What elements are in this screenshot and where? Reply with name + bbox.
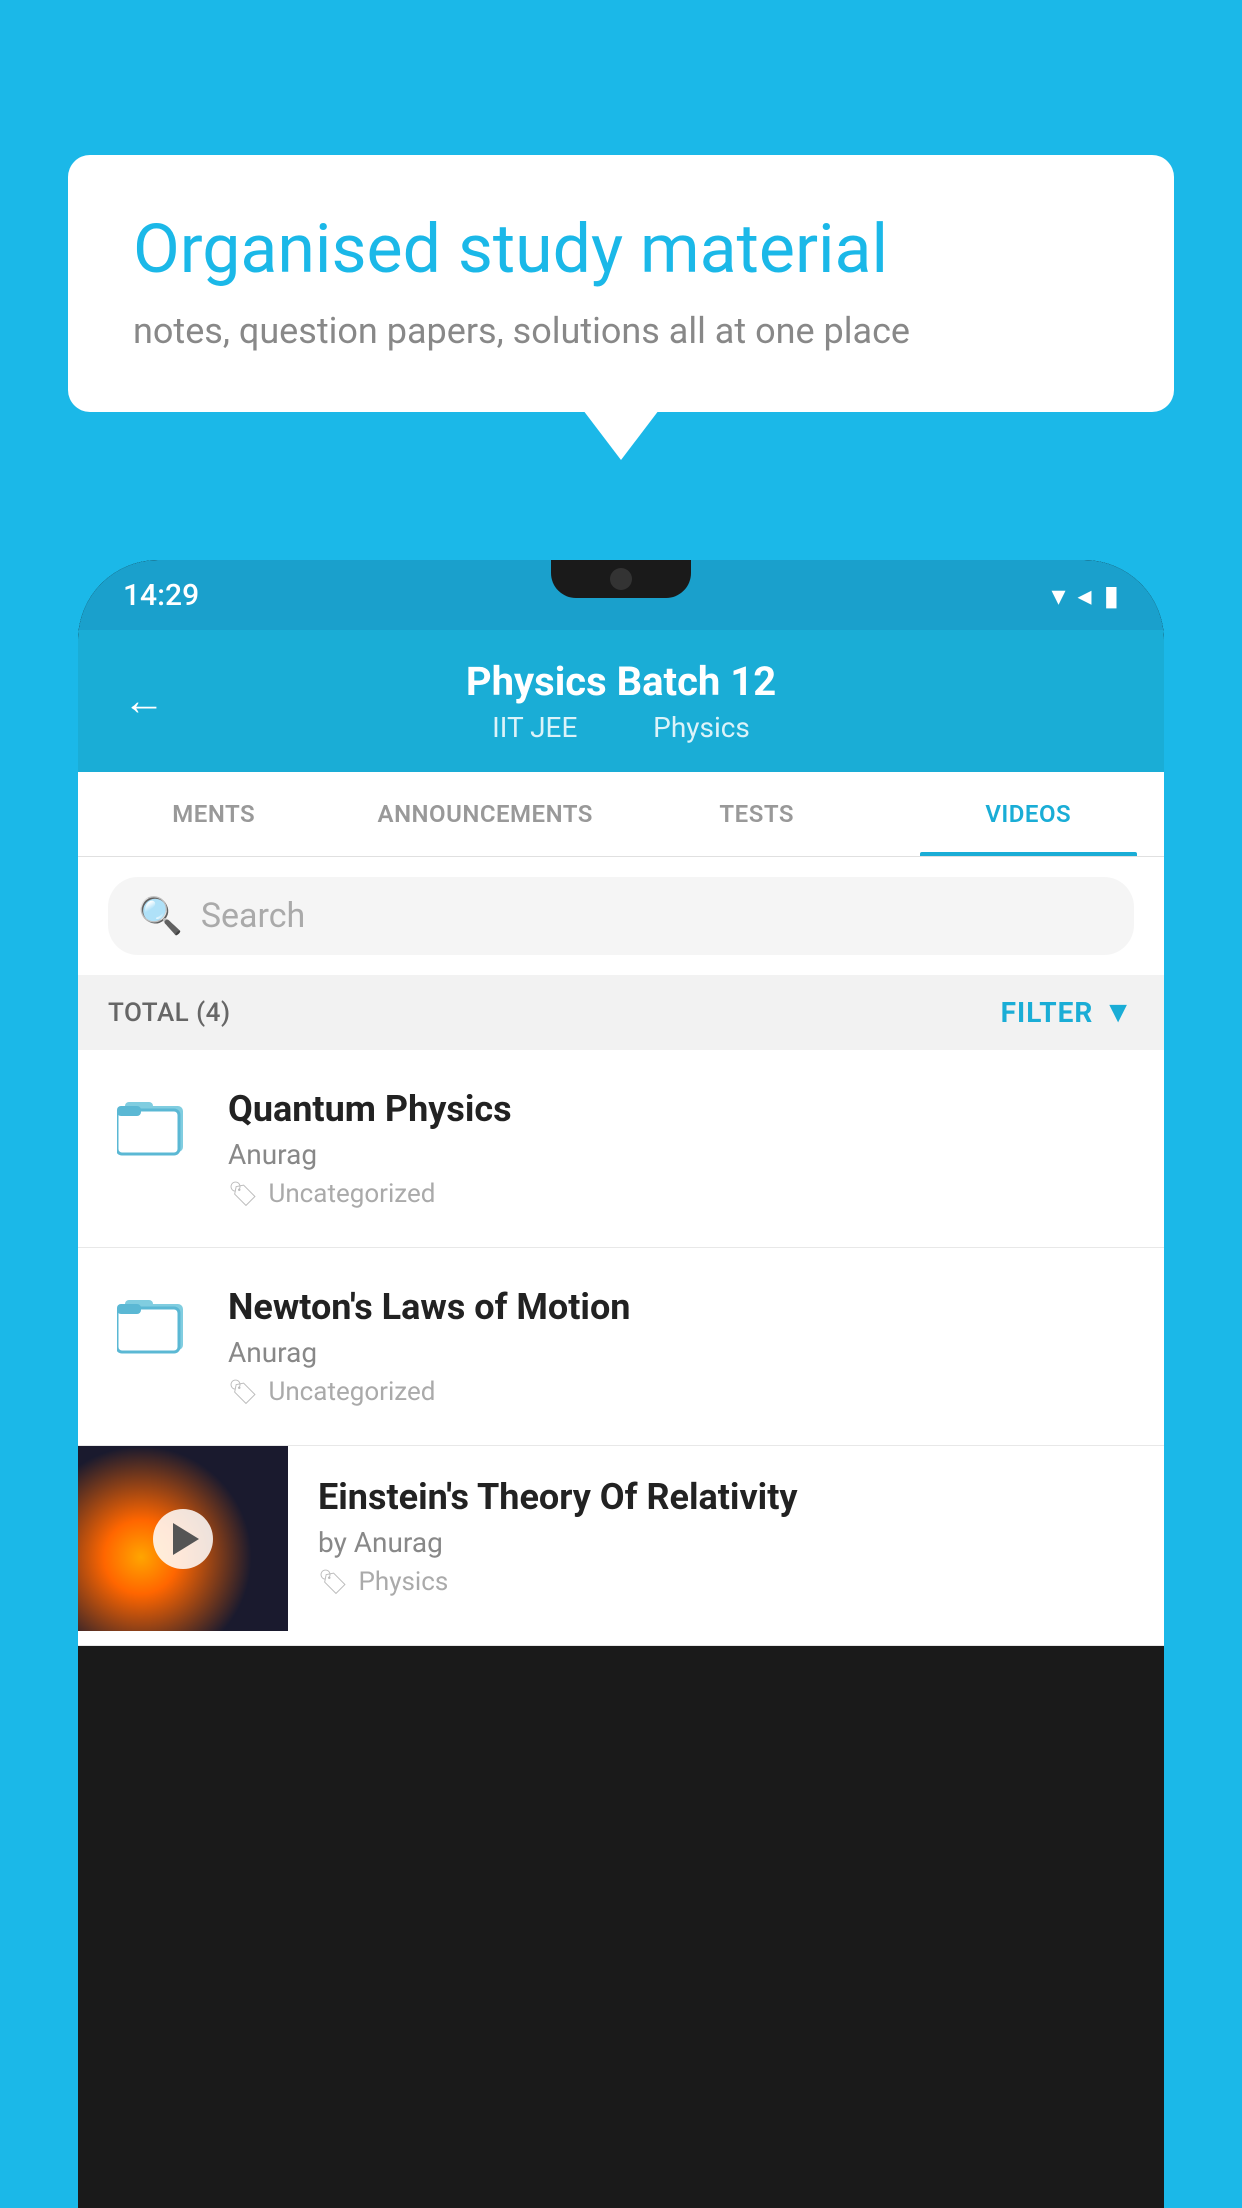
folder-icon-wrapper bbox=[108, 1286, 198, 1356]
tag-icon: 🏷 bbox=[228, 1378, 258, 1406]
tag-icon: 🏷 bbox=[318, 1568, 348, 1596]
tag-text: Uncategorized bbox=[268, 1179, 435, 1209]
back-button[interactable]: ← bbox=[123, 677, 165, 726]
phone-frame: 14:29 ▾ ◂ ▮ ← Physics Batch 12 IIT JEE P… bbox=[78, 560, 1164, 2208]
camera-icon bbox=[610, 568, 632, 590]
list-item[interactable]: Quantum Physics Anurag 🏷 Uncategorized bbox=[78, 1050, 1164, 1248]
speech-bubble: Organised study material notes, question… bbox=[68, 155, 1174, 412]
thumb-item-content: Einstein's Theory Of Relativity by Anura… bbox=[288, 1446, 1164, 1627]
signal-icon: ◂ bbox=[1078, 579, 1092, 612]
play-icon bbox=[173, 1523, 199, 1555]
tab-announcements[interactable]: ANNOUNCEMENTS bbox=[350, 772, 622, 856]
list-item[interactable]: Newton's Laws of Motion Anurag 🏷 Uncateg… bbox=[78, 1248, 1164, 1446]
filter-icon: ▼ bbox=[1103, 995, 1134, 1030]
item-tag: 🏷 Uncategorized bbox=[228, 1179, 1134, 1209]
item-title: Einstein's Theory Of Relativity bbox=[318, 1476, 1134, 1518]
item-author: by Anurag bbox=[318, 1526, 1134, 1559]
bubble-subtitle: notes, question papers, solutions all at… bbox=[133, 310, 1109, 352]
phone-inner: 14:29 ▾ ◂ ▮ ← Physics Batch 12 IIT JEE P… bbox=[78, 560, 1164, 2208]
folder-icon-wrapper bbox=[108, 1088, 198, 1158]
speech-bubble-section: Organised study material notes, question… bbox=[68, 155, 1174, 412]
header-subtitle: IIT JEE Physics bbox=[480, 711, 762, 744]
video-thumbnail bbox=[78, 1446, 288, 1631]
header-title: Physics Batch 12 bbox=[466, 658, 776, 705]
tabs-bar: MENTS ANNOUNCEMENTS TESTS VIDEOS bbox=[78, 772, 1164, 857]
play-button[interactable] bbox=[153, 1509, 213, 1569]
status-time: 14:29 bbox=[123, 578, 199, 613]
app-header: ← Physics Batch 12 IIT JEE Physics bbox=[78, 630, 1164, 772]
folder-icon bbox=[117, 1294, 189, 1356]
notch bbox=[551, 560, 691, 598]
item-content: Quantum Physics Anurag 🏷 Uncategorized bbox=[228, 1088, 1134, 1209]
tag-icon: 🏷 bbox=[228, 1180, 258, 1208]
filter-button[interactable]: FILTER ▼ bbox=[1001, 995, 1134, 1030]
item-title: Newton's Laws of Motion bbox=[228, 1286, 1134, 1328]
tab-videos[interactable]: VIDEOS bbox=[893, 772, 1165, 856]
search-bar[interactable]: 🔍 Search bbox=[108, 877, 1134, 955]
item-content: Newton's Laws of Motion Anurag 🏷 Uncateg… bbox=[228, 1286, 1134, 1407]
tag-text: Physics bbox=[358, 1567, 448, 1597]
search-input[interactable]: Search bbox=[201, 896, 305, 936]
filter-bar: TOTAL (4) FILTER ▼ bbox=[78, 975, 1164, 1050]
bubble-title: Organised study material bbox=[133, 210, 1109, 288]
subtitle-physics: Physics bbox=[653, 711, 750, 744]
search-container: 🔍 Search bbox=[78, 857, 1164, 975]
status-bar: 14:29 ▾ ◂ ▮ bbox=[78, 560, 1164, 630]
item-author: Anurag bbox=[228, 1138, 1134, 1171]
item-author: Anurag bbox=[228, 1336, 1134, 1369]
wifi-icon: ▾ bbox=[1051, 579, 1065, 612]
status-icons: ▾ ◂ ▮ bbox=[1051, 579, 1119, 612]
tab-ments[interactable]: MENTS bbox=[78, 772, 350, 856]
subtitle-iitjee: IIT JEE bbox=[492, 711, 577, 744]
subtitle-separator bbox=[608, 711, 629, 744]
search-icon: 🔍 bbox=[138, 895, 183, 937]
folder-icon bbox=[117, 1096, 189, 1158]
item-tag: 🏷 Uncategorized bbox=[228, 1377, 1134, 1407]
list-item-thumb[interactable]: Einstein's Theory Of Relativity by Anura… bbox=[78, 1446, 1164, 1646]
battery-icon: ▮ bbox=[1104, 579, 1119, 612]
tab-tests[interactable]: TESTS bbox=[621, 772, 893, 856]
list-container: Quantum Physics Anurag 🏷 Uncategorized bbox=[78, 1050, 1164, 1646]
total-count: TOTAL (4) bbox=[108, 998, 231, 1028]
item-title: Quantum Physics bbox=[228, 1088, 1134, 1130]
tag-text: Uncategorized bbox=[268, 1377, 435, 1407]
item-tag: 🏷 Physics bbox=[318, 1567, 1134, 1597]
